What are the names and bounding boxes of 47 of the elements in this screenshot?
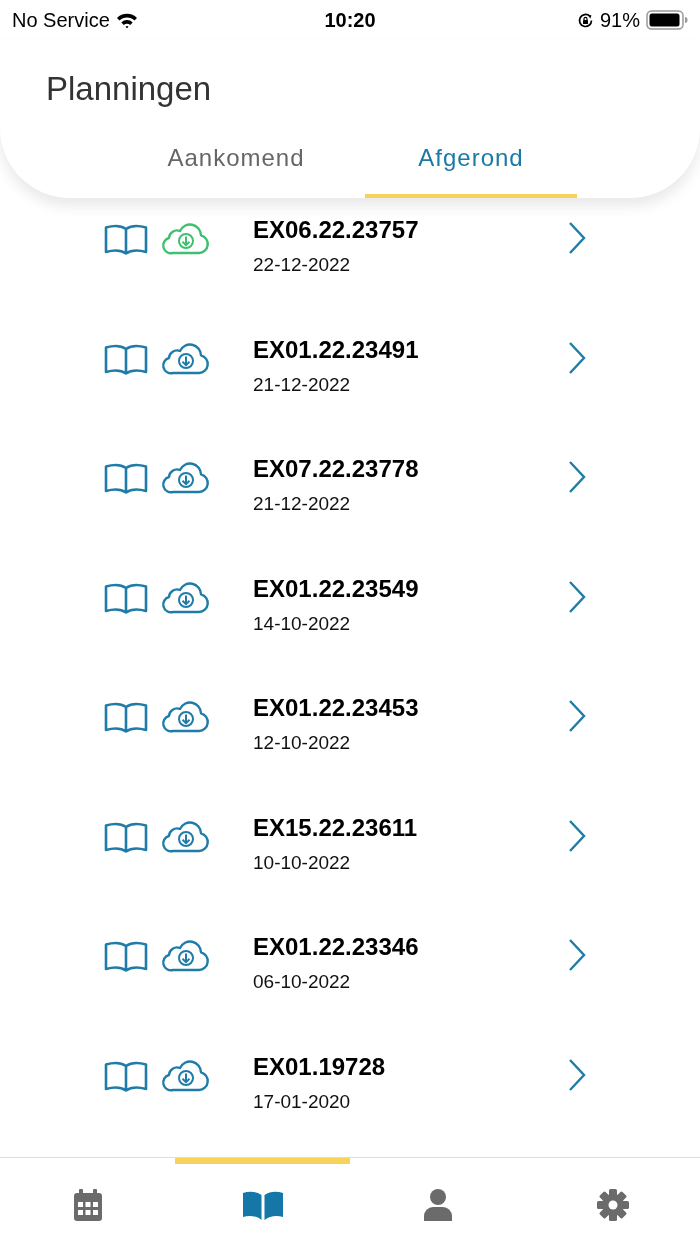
planning-code: EX06.22.23757: [253, 216, 420, 244]
chevron-right-icon[interactable]: [567, 699, 587, 733]
chevron-right-icon[interactable]: [567, 460, 587, 494]
battery-icon: [646, 10, 688, 30]
chevron-right-icon[interactable]: [567, 579, 587, 614]
chevron-right-icon[interactable]: [567, 221, 587, 255]
chevron-right-icon[interactable]: [567, 340, 587, 375]
planning-date: 17-01-2020: [253, 1090, 352, 1113]
planning-code: EX07.22.23778: [253, 455, 420, 483]
chevron-right-icon[interactable]: [567, 1057, 587, 1092]
planning-date: 12-10-2022: [253, 732, 352, 754]
cloud-download-icon[interactable]: [161, 819, 211, 854]
planning-code: EX15.22.23611: [253, 813, 419, 842]
chevron-right-icon[interactable]: [567, 818, 587, 853]
calendar-icon: [71, 1188, 104, 1222]
planning-code: EX01.22.23549: [253, 574, 420, 603]
settings-icon: [595, 1188, 630, 1222]
cloud-download-icon[interactable]: [161, 1058, 211, 1093]
chevron-right-icon[interactable]: [567, 938, 587, 972]
cloud-download-icon[interactable]: [161, 341, 211, 376]
planning-code: EX01.22.23346: [253, 933, 420, 961]
cloud-download-icon[interactable]: [161, 222, 211, 256]
planning-date: 10-10-2022: [253, 851, 352, 874]
clock-time: 10:20: [324, 8, 376, 32]
planning-date: 21-12-2022: [253, 373, 352, 396]
person-icon: [421, 1188, 454, 1222]
planning-code: EX01.22.23491: [253, 335, 420, 364]
battery-percent: 91%: [599, 8, 640, 32]
rotation-lock-icon: [576, 11, 594, 29]
book-icon[interactable]: [103, 222, 149, 256]
page-title: Planningen: [46, 70, 213, 108]
carrier-text: No Service: [12, 8, 110, 32]
book-icon[interactable]: [103, 939, 149, 973]
planning-date: 21-12-2022: [253, 493, 352, 515]
book-icon[interactable]: [103, 700, 149, 734]
planning-date: 22-12-2022: [253, 254, 352, 276]
tab[interactable]: Aankomend: [153, 134, 319, 198]
planning-code: EX01.19728: [253, 1052, 387, 1081]
cloud-download-icon[interactable]: [161, 700, 211, 734]
cloud-download-icon[interactable]: [161, 461, 211, 495]
planning-date: 06-10-2022: [253, 971, 352, 993]
wifi-icon: [115, 11, 138, 29]
planning-date: 14-10-2022: [253, 612, 352, 635]
cloud-download-icon[interactable]: [161, 939, 211, 973]
planning-code: EX01.22.23453: [253, 694, 420, 722]
book-icon[interactable]: [103, 461, 149, 495]
cloud-download-icon[interactable]: [161, 580, 211, 615]
